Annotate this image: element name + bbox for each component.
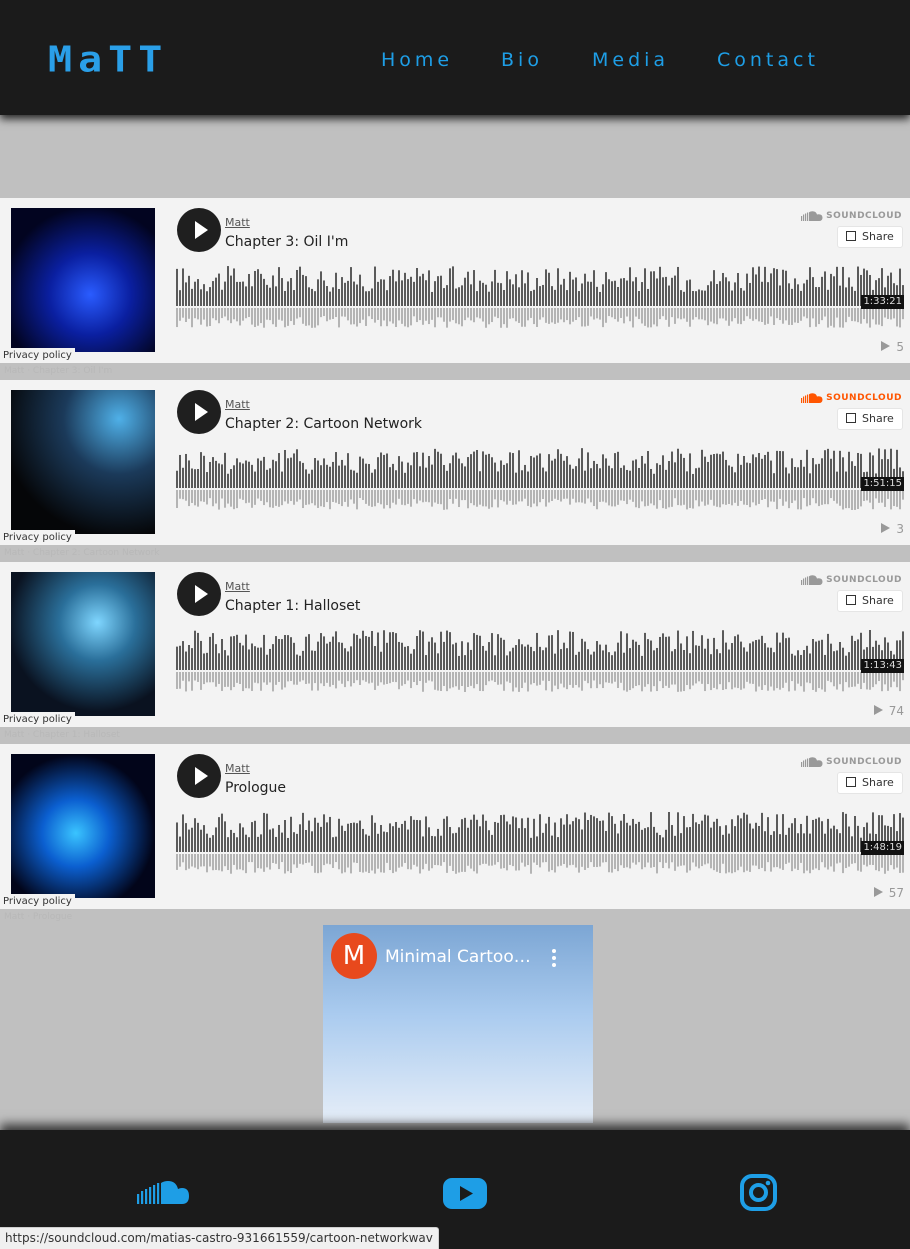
nav-home[interactable]: Home bbox=[381, 48, 453, 72]
site-logo[interactable]: MaTT bbox=[48, 40, 168, 80]
privacy-policy-link[interactable]: Privacy policy bbox=[0, 348, 75, 363]
waveform[interactable] bbox=[176, 266, 904, 328]
share-icon bbox=[846, 595, 856, 605]
privacy-policy-link[interactable]: Privacy policy bbox=[0, 530, 75, 545]
soundcloud-icon[interactable] bbox=[137, 1180, 189, 1206]
soundcloud-logo[interactable]: SOUNDCLOUD bbox=[801, 210, 902, 222]
video-title[interactable]: Minimal Cartoon Network bbox=[385, 946, 537, 968]
track-artwork[interactable] bbox=[11, 754, 155, 898]
youtube-embed[interactable]: M Minimal Cartoon Network bbox=[323, 925, 593, 1123]
share-icon bbox=[846, 777, 856, 787]
play-button[interactable] bbox=[177, 208, 221, 252]
play-count-icon bbox=[881, 341, 891, 351]
soundcloud-logo[interactable]: SOUNDCLOUD bbox=[801, 574, 902, 586]
youtube-icon[interactable] bbox=[443, 1178, 487, 1209]
soundcloud-cloud-icon bbox=[801, 392, 823, 403]
share-icon bbox=[846, 231, 856, 241]
share-icon bbox=[846, 413, 856, 423]
soundcloud-cloud-icon bbox=[801, 756, 823, 767]
privacy-policy-link[interactable]: Privacy policy bbox=[0, 712, 75, 727]
share-button[interactable]: Share bbox=[837, 590, 903, 612]
nav-media[interactable]: Media bbox=[592, 48, 669, 72]
waveform[interactable] bbox=[176, 448, 904, 510]
play-count-icon bbox=[873, 705, 883, 715]
site-header: MaTT Home Bio Media Contact bbox=[0, 0, 910, 115]
track-artist-link[interactable]: Matt bbox=[225, 762, 250, 776]
track-duration: 1:13:43 bbox=[861, 659, 904, 673]
play-button[interactable] bbox=[177, 390, 221, 434]
track-artwork[interactable] bbox=[11, 390, 155, 534]
soundcloud-cloud-icon bbox=[801, 210, 823, 221]
link-status-bar: https://soundcloud.com/matias-castro-931… bbox=[0, 1227, 439, 1249]
soundcloud-logo[interactable]: SOUNDCLOUD bbox=[801, 756, 902, 768]
track-title[interactable]: Chapter 1: Halloset bbox=[225, 597, 360, 615]
waveform[interactable] bbox=[176, 812, 904, 874]
track-artwork[interactable] bbox=[11, 208, 155, 352]
play-count-icon bbox=[881, 523, 891, 533]
soundcloud-widget[interactable]: Privacy policy Matt Chapter 1: Halloset … bbox=[0, 562, 910, 727]
soundcloud-widget[interactable]: Privacy policy Matt Chapter 2: Cartoon N… bbox=[0, 380, 910, 545]
track-artist-link[interactable]: Matt bbox=[225, 398, 250, 412]
track-artist-link[interactable]: Matt bbox=[225, 216, 250, 230]
track-artwork[interactable] bbox=[11, 572, 155, 716]
soundcloud-widget[interactable]: Privacy policy Matt Prologue SOUNDCLOUD … bbox=[0, 744, 910, 909]
play-count: 74 bbox=[873, 704, 904, 718]
nav-contact[interactable]: Contact bbox=[717, 48, 819, 72]
share-button[interactable]: Share bbox=[837, 408, 903, 430]
waveform[interactable] bbox=[176, 630, 904, 692]
track-caption: Matt · Prologue bbox=[4, 912, 73, 922]
track-duration: 1:48:19 bbox=[861, 841, 904, 855]
soundcloud-cloud-icon bbox=[801, 574, 823, 585]
play-count: 3 bbox=[881, 522, 904, 536]
soundcloud-logo[interactable]: SOUNDCLOUD bbox=[801, 392, 902, 404]
channel-avatar[interactable]: M bbox=[331, 933, 377, 979]
track-title[interactable]: Chapter 3: Oil I'm bbox=[225, 233, 348, 251]
track-title[interactable]: Prologue bbox=[225, 779, 286, 797]
share-button[interactable]: Share bbox=[837, 226, 903, 248]
track-duration: 1:51:15 bbox=[861, 477, 904, 491]
play-button[interactable] bbox=[177, 572, 221, 616]
track-caption: Matt · Chapter 1: Halloset bbox=[4, 730, 120, 740]
play-count: 5 bbox=[881, 340, 904, 354]
track-duration: 1:33:21 bbox=[861, 295, 904, 309]
play-count-icon bbox=[873, 887, 883, 897]
track-artist-link[interactable]: Matt bbox=[225, 580, 250, 594]
more-options-icon[interactable] bbox=[552, 949, 558, 967]
privacy-policy-link[interactable]: Privacy policy bbox=[0, 894, 75, 909]
soundcloud-widget[interactable]: Privacy policy Matt Chapter 3: Oil I'm S… bbox=[0, 198, 910, 363]
track-title[interactable]: Chapter 2: Cartoon Network bbox=[225, 415, 422, 433]
nav-bio[interactable]: Bio bbox=[501, 48, 543, 72]
share-button[interactable]: Share bbox=[837, 772, 903, 794]
play-button[interactable] bbox=[177, 754, 221, 798]
instagram-icon[interactable] bbox=[740, 1174, 777, 1211]
play-count: 57 bbox=[873, 886, 904, 900]
track-caption: Matt · Chapter 2: Cartoon Network bbox=[4, 548, 160, 558]
track-caption: Matt · Chapter 3: Oil I'm bbox=[4, 366, 113, 376]
